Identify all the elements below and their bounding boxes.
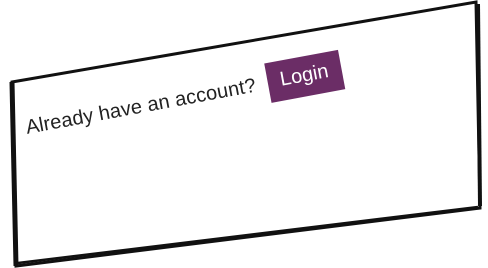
account-prompt-text: Already have an account? — [23, 74, 258, 139]
screenshot-stage: Already have an account? Login — [0, 0, 488, 268]
login-button[interactable]: Login — [263, 49, 345, 103]
